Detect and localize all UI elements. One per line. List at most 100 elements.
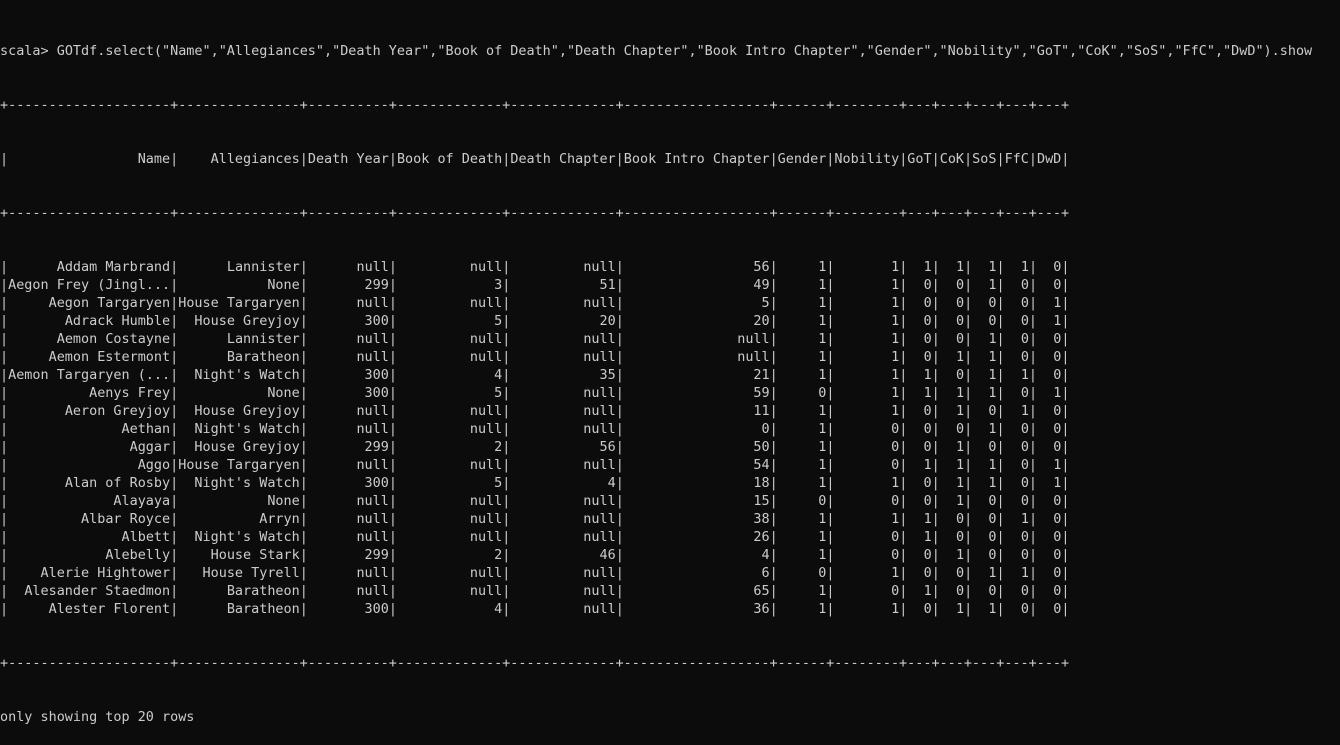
table-cell: 1 bbox=[988, 602, 997, 617]
table-cell: 26 bbox=[753, 530, 770, 545]
table-body: | Addam Marbrand| Lannister| null| null|… bbox=[0, 259, 1340, 619]
table-cell: 1 bbox=[891, 350, 900, 365]
table-cell: 49 bbox=[753, 278, 770, 293]
table-cell: null bbox=[583, 404, 616, 419]
table-cell: 0 bbox=[891, 440, 900, 455]
table-cell: 4 bbox=[761, 548, 770, 563]
table-cell: 0 bbox=[1020, 350, 1029, 365]
table-row: | Aggar| House Greyjoy| 299| 2| 56| 50| … bbox=[0, 440, 1070, 455]
table-row: | Alester Florent| Baratheon| 300| 4| nu… bbox=[0, 602, 1070, 617]
table-cell: null bbox=[583, 332, 616, 347]
table-cell: Aemon Estermont bbox=[48, 350, 171, 365]
table-cell: 1 bbox=[891, 602, 900, 617]
table-cell: 1 bbox=[818, 422, 827, 437]
table-cell: null bbox=[583, 296, 616, 311]
table-cell: 0 bbox=[923, 494, 932, 509]
table-cell: 0 bbox=[1020, 476, 1029, 491]
table-cell: 0 bbox=[891, 584, 900, 599]
table-cell: 1 bbox=[1020, 404, 1029, 419]
table-cell: 0 bbox=[923, 440, 932, 455]
table-cell: 1 bbox=[955, 386, 965, 401]
table-cell: Arryn bbox=[259, 512, 300, 527]
table-cell: 0 bbox=[988, 512, 997, 527]
table-cell: 1 bbox=[955, 476, 965, 491]
table-cell: null bbox=[356, 260, 389, 275]
table-cell: 1 bbox=[818, 440, 827, 455]
table-row: | Adrack Humble| House Greyjoy| 300| 5| … bbox=[0, 314, 1070, 329]
table-cell: null bbox=[356, 530, 389, 545]
table-cell: 1 bbox=[988, 332, 997, 347]
table-cell: None bbox=[267, 386, 300, 401]
table-cell: 0 bbox=[1053, 422, 1062, 437]
table-cell: 1 bbox=[818, 332, 827, 347]
table-cell: 0 bbox=[891, 422, 900, 437]
table-cell: Albar Royce bbox=[81, 512, 171, 527]
table-cell: 1 bbox=[955, 404, 965, 419]
table-cell: 46 bbox=[599, 548, 616, 563]
column-header: GoT bbox=[907, 152, 932, 167]
table-cell: 0 bbox=[988, 548, 997, 563]
table-cell: None bbox=[267, 278, 300, 293]
table-cell: null bbox=[469, 530, 503, 545]
table-cell: 1 bbox=[955, 458, 965, 473]
table-cell: 0 bbox=[923, 422, 932, 437]
table-cell: null bbox=[469, 350, 503, 365]
table-border-top: +--------------------+---------------+--… bbox=[0, 98, 1070, 113]
table-cell: Aethan bbox=[121, 422, 171, 437]
table-cell: null bbox=[583, 494, 616, 509]
table-cell: 5 bbox=[761, 296, 770, 311]
table-cell: 0 bbox=[988, 440, 997, 455]
table-cell: 56 bbox=[753, 260, 770, 275]
table-cell: 0 bbox=[761, 422, 770, 437]
table-cell: Alebelly bbox=[105, 548, 171, 563]
terminal-window[interactable]: scala> GOTdf.select("Name","Allegiances"… bbox=[0, 7, 1340, 745]
table-cell: 1 bbox=[891, 368, 900, 383]
table-cell: 0 bbox=[923, 548, 932, 563]
table-cell: 2 bbox=[494, 440, 503, 455]
table-cell: 1 bbox=[891, 260, 900, 275]
table-cell: 6 bbox=[761, 566, 770, 581]
table-cell: 0 bbox=[955, 584, 965, 599]
table-cell: 1 bbox=[891, 566, 900, 581]
table-cell: 0 bbox=[1053, 332, 1062, 347]
table-cell: 4 bbox=[607, 476, 616, 491]
table-cell: 0 bbox=[1053, 494, 1062, 509]
table-cell: Lannister bbox=[226, 332, 300, 347]
table-row: | Addam Marbrand| Lannister| null| null|… bbox=[0, 260, 1070, 275]
table-cell: 0 bbox=[923, 314, 932, 329]
table-cell: 1 bbox=[818, 530, 827, 545]
column-header: FfC bbox=[1004, 152, 1029, 167]
table-cell: 0 bbox=[1053, 584, 1062, 599]
table-row: | Albar Royce| Arryn| null| null| null| … bbox=[0, 512, 1070, 527]
table-cell: 0 bbox=[956, 422, 965, 437]
table-cell: 0 bbox=[1020, 602, 1029, 617]
table-cell: 0 bbox=[955, 296, 965, 311]
table-cell: 1 bbox=[818, 548, 827, 563]
column-header: Allegiances bbox=[210, 152, 300, 167]
table-row: | Aenys Frey| None| 300| 5| null| 59| 0|… bbox=[0, 386, 1070, 401]
table-cell: 0 bbox=[1020, 440, 1029, 455]
table-cell: Baratheon bbox=[226, 602, 300, 617]
table-cell: 1 bbox=[923, 512, 932, 527]
prompt: scala> bbox=[0, 44, 49, 59]
table-cell: Aenys Frey bbox=[89, 386, 171, 401]
table-cell: null bbox=[469, 512, 503, 527]
table-row: | Aggo|House Targaryen| null| null| null… bbox=[0, 458, 1070, 473]
table-cell: House Stark bbox=[210, 548, 300, 563]
column-header: Death Year bbox=[307, 152, 389, 167]
table-cell: 1 bbox=[818, 314, 827, 329]
table-cell: Albett bbox=[121, 530, 171, 545]
table-cell: 1 bbox=[1053, 476, 1062, 491]
table-cell: 0 bbox=[1053, 260, 1062, 275]
table-cell: 0 bbox=[923, 296, 932, 311]
table-cell: 0 bbox=[1020, 584, 1029, 599]
table-cell: 1 bbox=[818, 278, 827, 293]
table-cell: 0 bbox=[1053, 602, 1062, 617]
table-cell: 1 bbox=[818, 350, 827, 365]
footer-text: only showing top 20 rows bbox=[0, 710, 195, 725]
table-cell: 1 bbox=[988, 566, 997, 581]
table-cell: null bbox=[356, 458, 389, 473]
table-cell: 1 bbox=[955, 494, 965, 509]
table-cell: null bbox=[356, 422, 389, 437]
table-cell: 1 bbox=[891, 296, 900, 311]
